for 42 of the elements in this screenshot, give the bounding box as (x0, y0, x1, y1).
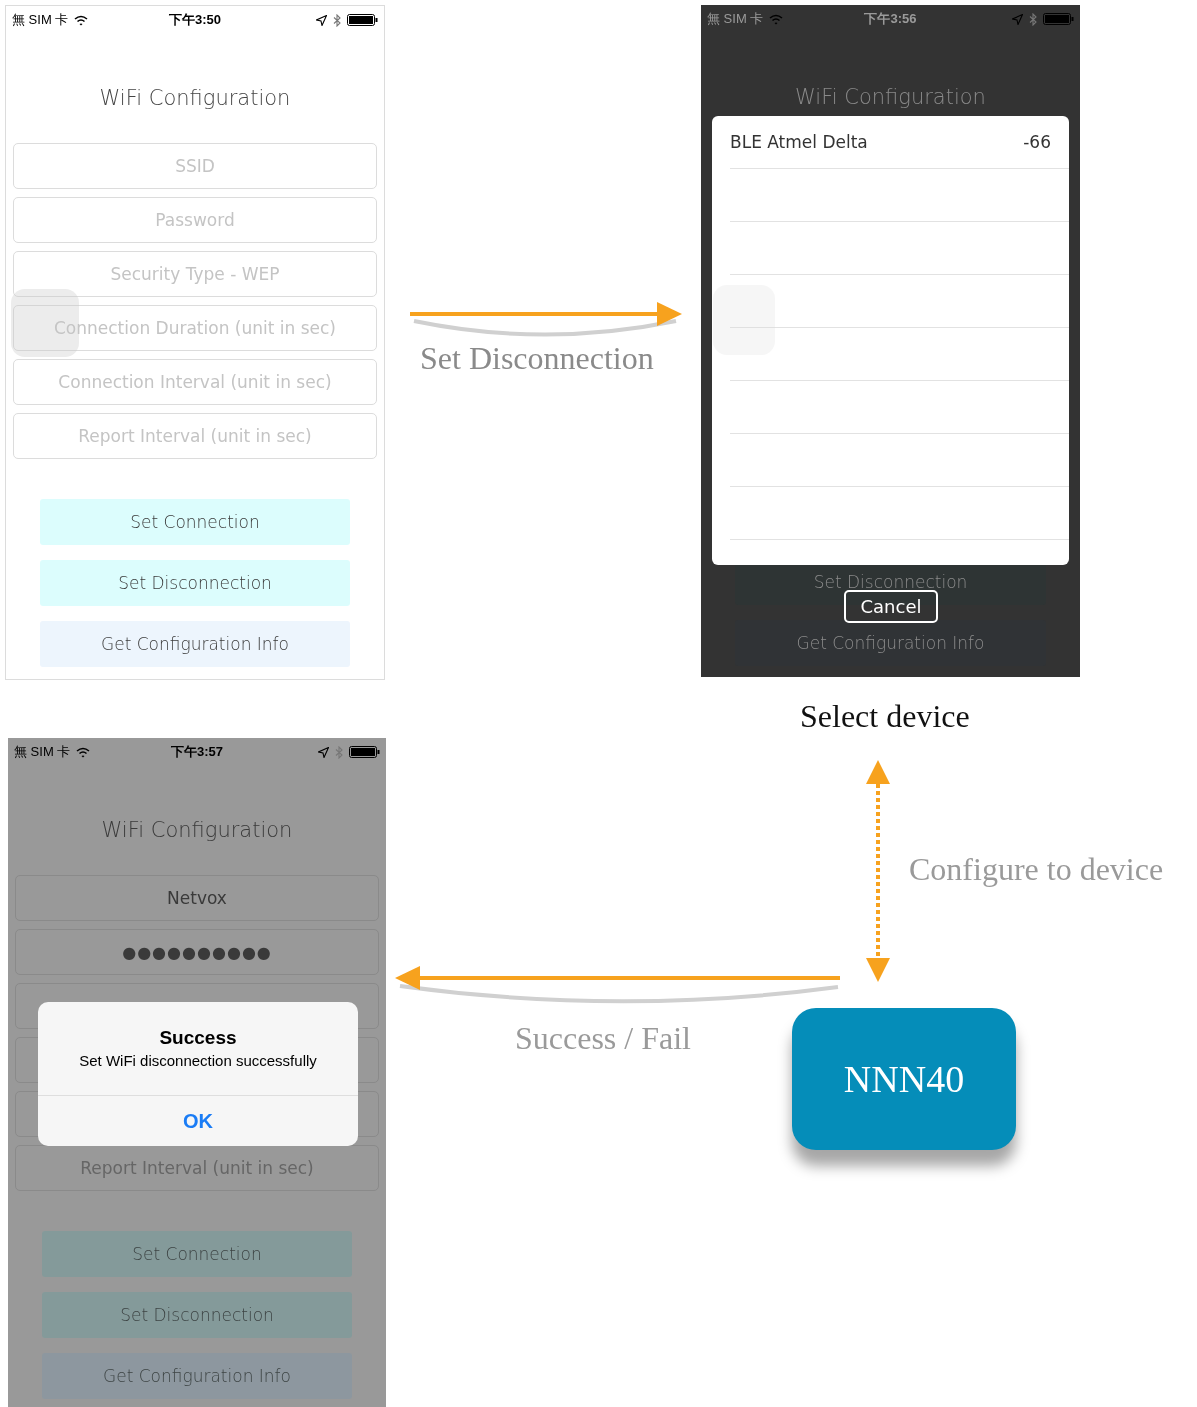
action-button[interactable]: Get Configuration Info (735, 620, 1046, 666)
input-field[interactable]: ●●●●●●●●●● (15, 929, 379, 975)
device-name[interactable]: BLE Atmel Delta (730, 132, 868, 152)
status-time: 下午3:57 (171, 743, 223, 761)
action-button[interactable]: Get Configuration Info (40, 621, 350, 667)
flow-label: Set Disconnection (420, 340, 654, 377)
flow-label: Success / Fail (515, 1020, 691, 1057)
assistive-touch-icon[interactable] (713, 285, 775, 355)
action-button[interactable]: Get Configuration Info (42, 1353, 352, 1399)
wifi-icon (74, 14, 89, 26)
bluetooth-icon (1029, 12, 1037, 26)
alert-title: Success (158, 1027, 238, 1049)
screen-title: WiFi Configuration (99, 86, 291, 110)
location-arrow-icon (318, 746, 329, 758)
location-arrow-icon (316, 14, 327, 26)
carrier-label: 無 SIM 卡 (14, 743, 71, 761)
battery-icon (349, 746, 380, 758)
signal-strength: -66 (1023, 132, 1051, 152)
battery-icon (1043, 13, 1074, 25)
action-button[interactable]: Set Disconnection (42, 1292, 352, 1338)
status-time: 下午3:56 (864, 10, 917, 28)
flow-label: Select device (800, 698, 970, 735)
wifi-icon (76, 746, 91, 758)
battery-icon (347, 14, 378, 26)
status-time: 下午3:50 (169, 11, 221, 29)
carrier-label: 無 SIM 卡 (707, 10, 764, 28)
wifi-icon (769, 13, 784, 25)
cancel-button[interactable]: Cancel (844, 590, 938, 623)
input-field[interactable]: Netvox (15, 875, 379, 921)
screen-title: WiFi Configuration (101, 818, 293, 842)
flow-label: Configure to device (909, 851, 1164, 888)
ok-button[interactable]: OK (38, 1095, 358, 1146)
bluetooth-icon (335, 745, 343, 759)
screen-title: WiFi Configuration (795, 85, 986, 109)
location-arrow-icon (1012, 13, 1023, 25)
action-button[interactable]: Set Connection (42, 1231, 352, 1277)
action-button[interactable]: Set Connection (40, 499, 350, 545)
action-button[interactable]: Set Disconnection (40, 560, 350, 606)
alert-message: Set WiFi disconnection successfully (78, 1052, 318, 1069)
device-label: NNN40 (843, 1057, 965, 1101)
bluetooth-icon (333, 13, 341, 27)
carrier-label: 無 SIM 卡 (12, 11, 69, 29)
